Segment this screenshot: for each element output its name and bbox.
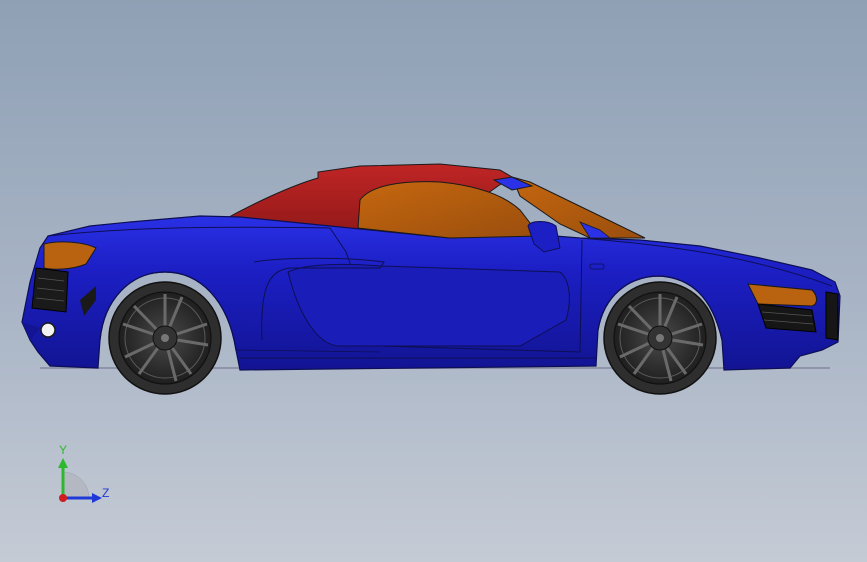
x-axis-dot [59, 494, 67, 502]
xy-plane-indicator [62, 471, 90, 499]
front-grille [31, 267, 69, 313]
z-axis-label: Z [102, 486, 110, 500]
side-blade [287, 263, 570, 347]
z-axis-arrow [92, 493, 102, 503]
y-axis-label: Y [59, 443, 68, 457]
front-wheel [108, 281, 222, 395]
car-model[interactable] [0, 0, 867, 562]
fog-light [40, 322, 56, 338]
reference-triad: Y Z [40, 438, 130, 510]
model-viewport[interactable]: Y Z [0, 0, 867, 562]
rear-wheel [603, 281, 717, 395]
rear-diffuser [825, 291, 839, 341]
y-axis-arrow [58, 458, 68, 468]
triad-graphic [58, 458, 102, 503]
